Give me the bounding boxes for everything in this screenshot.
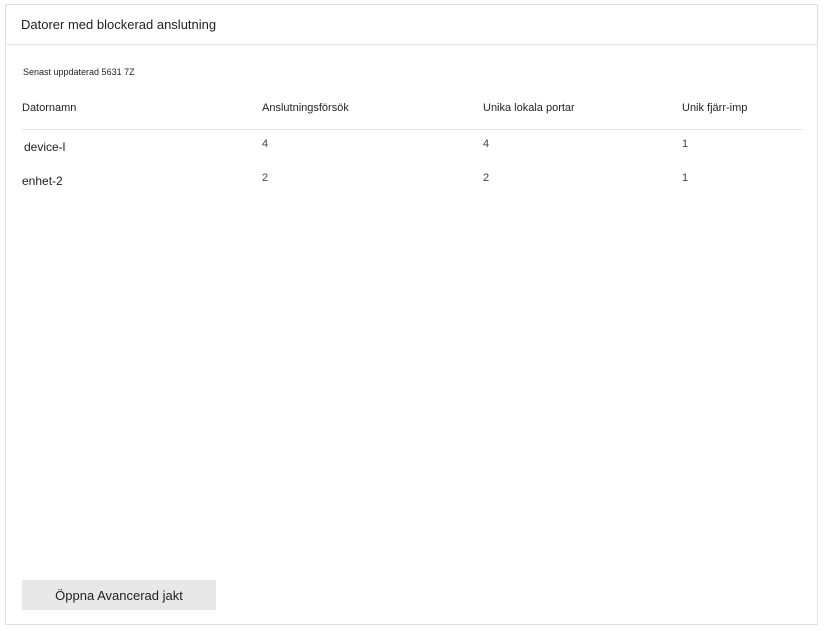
table-header: Datornamn Anslutningsförsök Unika lokala… — [22, 93, 803, 130]
devices-table: Datornamn Anslutningsförsök Unika lokala… — [22, 93, 803, 198]
blocked-connections-card: Datorer med blockerad anslutning Senast … — [5, 4, 818, 625]
table-row[interactable]: enhet-2 2 2 1 — [22, 164, 803, 198]
table-row[interactable]: device-l 4 4 1 — [22, 130, 803, 164]
card-header: Datorer med blockerad anslutning — [6, 5, 817, 45]
card-title: Datorer med blockerad anslutning — [21, 17, 217, 32]
remote-cell: 1 — [682, 172, 689, 184]
connection-attempts-cell: 4 — [262, 138, 269, 150]
column-header-device-name[interactable]: Datornamn — [22, 102, 76, 114]
last-updated-text: Senast uppdaterad 5631 7Z — [23, 67, 135, 77]
device-name-cell[interactable]: device-l — [24, 140, 65, 154]
connection-attempts-cell: 2 — [262, 172, 269, 184]
device-name-cell[interactable]: enhet-2 — [22, 174, 63, 188]
open-advanced-hunting-button[interactable]: Öppna Avancerad jakt — [22, 580, 216, 610]
remote-cell: 1 — [682, 138, 689, 150]
column-header-unique-remote[interactable]: Unik fjärr-imp — [682, 102, 747, 114]
column-header-connection-attempts[interactable]: Anslutningsförsök — [262, 102, 349, 114]
column-header-unique-local-ports[interactable]: Unika lokala portar — [483, 102, 575, 114]
local-ports-cell: 2 — [483, 172, 490, 184]
local-ports-cell: 4 — [483, 138, 490, 150]
